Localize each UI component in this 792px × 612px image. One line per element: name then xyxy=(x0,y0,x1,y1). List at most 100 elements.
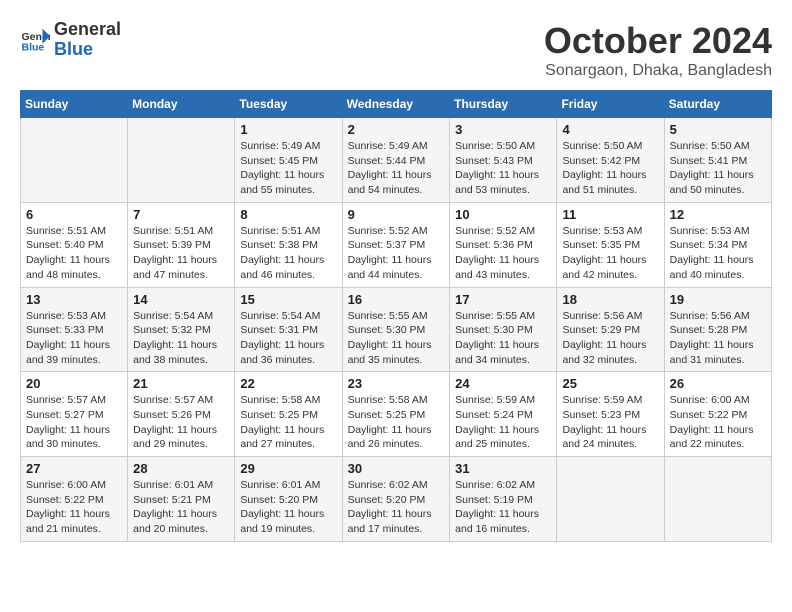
sunset-text: Sunset: 5:23 PM xyxy=(562,408,658,423)
day-number: 18 xyxy=(562,292,658,307)
day-number: 12 xyxy=(670,207,766,222)
calendar-cell: 30 Sunrise: 6:02 AM Sunset: 5:20 PM Dayl… xyxy=(342,457,450,542)
day-info: Sunrise: 6:02 AM Sunset: 5:20 PM Dayligh… xyxy=(348,478,445,537)
sunset-text: Sunset: 5:19 PM xyxy=(455,493,551,508)
day-number: 10 xyxy=(455,207,551,222)
logo-icon: General Blue xyxy=(20,25,50,55)
calendar-cell: 27 Sunrise: 6:00 AM Sunset: 5:22 PM Dayl… xyxy=(21,457,128,542)
day-info: Sunrise: 5:50 AM Sunset: 5:42 PM Dayligh… xyxy=(562,139,658,198)
day-info: Sunrise: 5:59 AM Sunset: 5:24 PM Dayligh… xyxy=(455,393,551,452)
day-number: 25 xyxy=(562,376,658,391)
location-subtitle: Sonargaon, Dhaka, Bangladesh xyxy=(544,62,772,80)
sunset-text: Sunset: 5:29 PM xyxy=(562,323,658,338)
sunset-text: Sunset: 5:20 PM xyxy=(348,493,445,508)
day-info: Sunrise: 5:54 AM Sunset: 5:32 PM Dayligh… xyxy=(133,309,229,368)
logo-text: General Blue xyxy=(54,20,121,60)
daylight-text: Daylight: 11 hours and 55 minutes. xyxy=(240,168,336,197)
day-number: 13 xyxy=(26,292,122,307)
sunset-text: Sunset: 5:41 PM xyxy=(670,154,766,169)
sunset-text: Sunset: 5:42 PM xyxy=(562,154,658,169)
day-number: 30 xyxy=(348,461,445,476)
sunrise-text: Sunrise: 5:53 AM xyxy=(670,224,766,239)
calendar-cell: 8 Sunrise: 5:51 AM Sunset: 5:38 PM Dayli… xyxy=(235,202,342,287)
day-number: 7 xyxy=(133,207,229,222)
weekday-header-sunday: Sunday xyxy=(21,91,128,118)
calendar-week-row: 20 Sunrise: 5:57 AM Sunset: 5:27 PM Dayl… xyxy=(21,372,772,457)
calendar-cell: 20 Sunrise: 5:57 AM Sunset: 5:27 PM Dayl… xyxy=(21,372,128,457)
sunrise-text: Sunrise: 6:00 AM xyxy=(670,393,766,408)
sunset-text: Sunset: 5:20 PM xyxy=(240,493,336,508)
daylight-text: Daylight: 11 hours and 35 minutes. xyxy=(348,338,445,367)
sunrise-text: Sunrise: 5:50 AM xyxy=(455,139,551,154)
sunrise-text: Sunrise: 5:59 AM xyxy=(455,393,551,408)
day-info: Sunrise: 5:53 AM Sunset: 5:34 PM Dayligh… xyxy=(670,224,766,283)
sunrise-text: Sunrise: 5:58 AM xyxy=(240,393,336,408)
day-number: 9 xyxy=(348,207,445,222)
calendar-cell: 19 Sunrise: 5:56 AM Sunset: 5:28 PM Dayl… xyxy=(664,287,771,372)
day-info: Sunrise: 5:51 AM Sunset: 5:39 PM Dayligh… xyxy=(133,224,229,283)
page-header: General Blue General Blue October 2024 S… xyxy=(20,20,772,80)
sunrise-text: Sunrise: 5:56 AM xyxy=(670,309,766,324)
daylight-text: Daylight: 11 hours and 19 minutes. xyxy=(240,507,336,536)
calendar-cell: 2 Sunrise: 5:49 AM Sunset: 5:44 PM Dayli… xyxy=(342,118,450,203)
sunset-text: Sunset: 5:43 PM xyxy=(455,154,551,169)
sunrise-text: Sunrise: 5:50 AM xyxy=(562,139,658,154)
day-info: Sunrise: 5:56 AM Sunset: 5:29 PM Dayligh… xyxy=(562,309,658,368)
calendar-cell: 1 Sunrise: 5:49 AM Sunset: 5:45 PM Dayli… xyxy=(235,118,342,203)
calendar-week-row: 1 Sunrise: 5:49 AM Sunset: 5:45 PM Dayli… xyxy=(21,118,772,203)
day-info: Sunrise: 5:57 AM Sunset: 5:26 PM Dayligh… xyxy=(133,393,229,452)
daylight-text: Daylight: 11 hours and 32 minutes. xyxy=(562,338,658,367)
day-info: Sunrise: 5:51 AM Sunset: 5:40 PM Dayligh… xyxy=(26,224,122,283)
day-info: Sunrise: 6:01 AM Sunset: 5:21 PM Dayligh… xyxy=(133,478,229,537)
calendar-week-row: 6 Sunrise: 5:51 AM Sunset: 5:40 PM Dayli… xyxy=(21,202,772,287)
sunset-text: Sunset: 5:30 PM xyxy=(455,323,551,338)
daylight-text: Daylight: 11 hours and 54 minutes. xyxy=(348,168,445,197)
daylight-text: Daylight: 11 hours and 26 minutes. xyxy=(348,423,445,452)
svg-text:Blue: Blue xyxy=(22,41,45,53)
day-number: 28 xyxy=(133,461,229,476)
day-number: 1 xyxy=(240,122,336,137)
day-number: 15 xyxy=(240,292,336,307)
daylight-text: Daylight: 11 hours and 36 minutes. xyxy=(240,338,336,367)
sunrise-text: Sunrise: 5:58 AM xyxy=(348,393,445,408)
calendar-week-row: 13 Sunrise: 5:53 AM Sunset: 5:33 PM Dayl… xyxy=(21,287,772,372)
sunset-text: Sunset: 5:27 PM xyxy=(26,408,122,423)
weekday-header-thursday: Thursday xyxy=(450,91,557,118)
day-info: Sunrise: 5:50 AM Sunset: 5:41 PM Dayligh… xyxy=(670,139,766,198)
sunset-text: Sunset: 5:25 PM xyxy=(240,408,336,423)
sunset-text: Sunset: 5:30 PM xyxy=(348,323,445,338)
calendar-cell xyxy=(557,457,664,542)
sunrise-text: Sunrise: 5:49 AM xyxy=(348,139,445,154)
sunset-text: Sunset: 5:45 PM xyxy=(240,154,336,169)
logo: General Blue General Blue xyxy=(20,20,121,60)
calendar-cell: 18 Sunrise: 5:56 AM Sunset: 5:29 PM Dayl… xyxy=(557,287,664,372)
calendar-cell: 13 Sunrise: 5:53 AM Sunset: 5:33 PM Dayl… xyxy=(21,287,128,372)
day-number: 11 xyxy=(562,207,658,222)
day-info: Sunrise: 5:50 AM Sunset: 5:43 PM Dayligh… xyxy=(455,139,551,198)
day-number: 3 xyxy=(455,122,551,137)
day-info: Sunrise: 5:57 AM Sunset: 5:27 PM Dayligh… xyxy=(26,393,122,452)
day-info: Sunrise: 5:56 AM Sunset: 5:28 PM Dayligh… xyxy=(670,309,766,368)
calendar-week-row: 27 Sunrise: 6:00 AM Sunset: 5:22 PM Dayl… xyxy=(21,457,772,542)
day-info: Sunrise: 5:59 AM Sunset: 5:23 PM Dayligh… xyxy=(562,393,658,452)
sunrise-text: Sunrise: 5:51 AM xyxy=(26,224,122,239)
calendar-cell: 17 Sunrise: 5:55 AM Sunset: 5:30 PM Dayl… xyxy=(450,287,557,372)
day-number: 4 xyxy=(562,122,658,137)
day-number: 17 xyxy=(455,292,551,307)
day-number: 23 xyxy=(348,376,445,391)
sunset-text: Sunset: 5:34 PM xyxy=(670,238,766,253)
calendar-cell: 28 Sunrise: 6:01 AM Sunset: 5:21 PM Dayl… xyxy=(128,457,235,542)
day-number: 6 xyxy=(26,207,122,222)
sunrise-text: Sunrise: 5:55 AM xyxy=(455,309,551,324)
day-number: 22 xyxy=(240,376,336,391)
daylight-text: Daylight: 11 hours and 47 minutes. xyxy=(133,253,229,282)
sunset-text: Sunset: 5:35 PM xyxy=(562,238,658,253)
day-info: Sunrise: 5:55 AM Sunset: 5:30 PM Dayligh… xyxy=(455,309,551,368)
sunset-text: Sunset: 5:40 PM xyxy=(26,238,122,253)
sunrise-text: Sunrise: 5:54 AM xyxy=(240,309,336,324)
day-info: Sunrise: 5:49 AM Sunset: 5:45 PM Dayligh… xyxy=(240,139,336,198)
sunset-text: Sunset: 5:24 PM xyxy=(455,408,551,423)
sunrise-text: Sunrise: 5:49 AM xyxy=(240,139,336,154)
weekday-header-row: SundayMondayTuesdayWednesdayThursdayFrid… xyxy=(21,91,772,118)
sunset-text: Sunset: 5:25 PM xyxy=(348,408,445,423)
